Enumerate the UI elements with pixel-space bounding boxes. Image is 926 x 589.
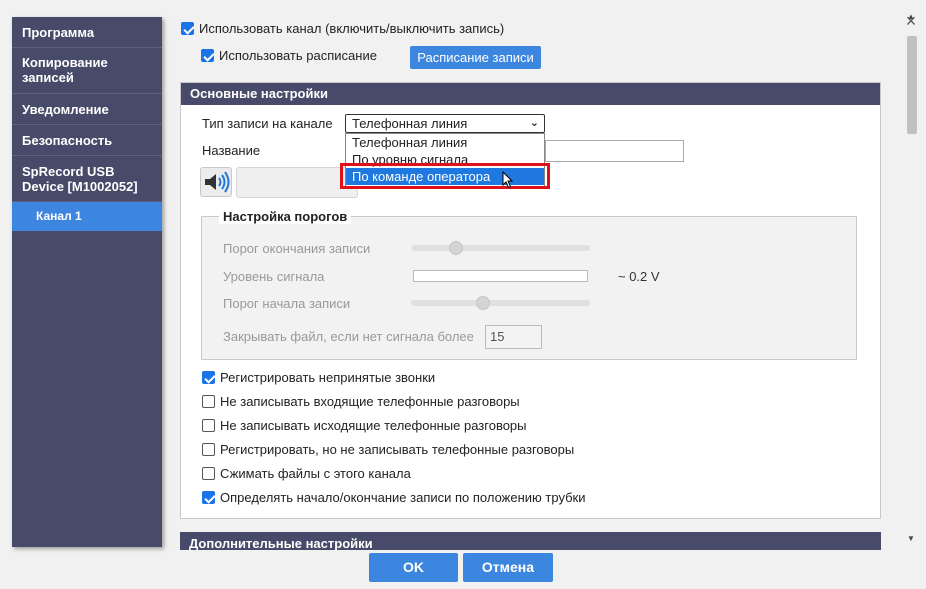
option-checkbox[interactable] — [202, 443, 215, 456]
start-threshold-slider[interactable] — [411, 300, 590, 306]
option-checkbox[interactable] — [202, 467, 215, 480]
end-threshold-thumb[interactable] — [448, 241, 463, 255]
name-label: Название — [202, 143, 261, 158]
extra-settings-title[interactable]: Дополнительные настройки — [180, 532, 881, 550]
option-label: Определять начало/окончание записи по по… — [220, 490, 586, 505]
option-label: Регистрировать, но не записывать телефон… — [220, 442, 575, 457]
option-label: Не записывать входящие телефонные разгов… — [220, 394, 520, 409]
cancel-button[interactable]: Отмена — [463, 553, 553, 582]
record-type-label: Тип записи на канале — [202, 116, 333, 131]
scroll-up-icon[interactable]: ▲ — [907, 12, 915, 21]
end-threshold-label: Порог окончания записи — [223, 241, 371, 256]
start-threshold-label: Порог начала записи — [223, 296, 351, 311]
speaker-icon — [205, 171, 230, 193]
use-schedule-checkbox[interactable] — [201, 49, 214, 62]
end-threshold-slider[interactable] — [411, 245, 590, 251]
sidebar-item-security[interactable]: Безопасность — [12, 125, 162, 156]
schedule-button[interactable]: Расписание записи — [410, 46, 541, 69]
option-checkbox[interactable] — [202, 419, 215, 432]
scroll-thumb[interactable] — [907, 36, 917, 134]
use-channel-checkbox[interactable] — [181, 22, 194, 35]
sidebar-item-copying[interactable]: Копирование записей — [12, 48, 162, 94]
option-label: Регистрировать непринятые звонки — [220, 370, 436, 385]
signal-level-value: ~ 0.2 V — [618, 269, 660, 284]
sidebar-item-device[interactable]: SpRecord USB Device [M1002052] — [12, 156, 162, 202]
start-threshold-thumb[interactable] — [475, 296, 490, 310]
highlight-box — [340, 163, 550, 189]
signal-level-label: Уровень сигнала — [223, 269, 325, 284]
option-checkbox[interactable] — [202, 491, 215, 504]
chevron-down-icon: ⌄ — [529, 117, 539, 129]
thresholds-legend: Настройка порогов — [219, 209, 352, 224]
scrollbar[interactable] — [905, 30, 919, 548]
sidebar-item-program[interactable]: Программа — [12, 17, 162, 48]
sidebar: Программа Копирование записей Уведомлени… — [12, 17, 162, 547]
dropdown-option-phone-line[interactable]: Телефонная линия — [346, 134, 544, 151]
mouse-cursor-icon — [502, 171, 514, 189]
signal-level-bar — [413, 270, 588, 282]
sidebar-item-notification[interactable]: Уведомление — [12, 94, 162, 125]
use-channel-label: Использовать канал (включить/выключить з… — [199, 21, 505, 36]
option-checkbox[interactable] — [202, 395, 215, 408]
option-label: Сжимать файлы с этого канала — [220, 466, 411, 481]
close-file-input[interactable]: 15 — [485, 325, 542, 349]
speaker-button[interactable] — [200, 167, 232, 197]
option-checkbox[interactable] — [202, 371, 215, 384]
close-file-label: Закрывать файл, если нет сигнала более — [223, 329, 474, 344]
ok-button[interactable]: OK — [369, 553, 458, 582]
sidebar-item-channel-1[interactable]: Канал 1 — [12, 202, 162, 231]
use-schedule-label: Использовать расписание — [219, 48, 377, 63]
name-input[interactable] — [545, 140, 684, 162]
scroll-down-icon[interactable]: ▼ — [907, 534, 915, 543]
record-type-value: Телефонная линия — [352, 116, 468, 131]
record-type-select[interactable]: Телефонная линия ⌄ — [345, 114, 545, 133]
main-settings-title: Основные настройки — [181, 83, 880, 105]
option-label: Не записывать исходящие телефонные разго… — [220, 418, 527, 433]
